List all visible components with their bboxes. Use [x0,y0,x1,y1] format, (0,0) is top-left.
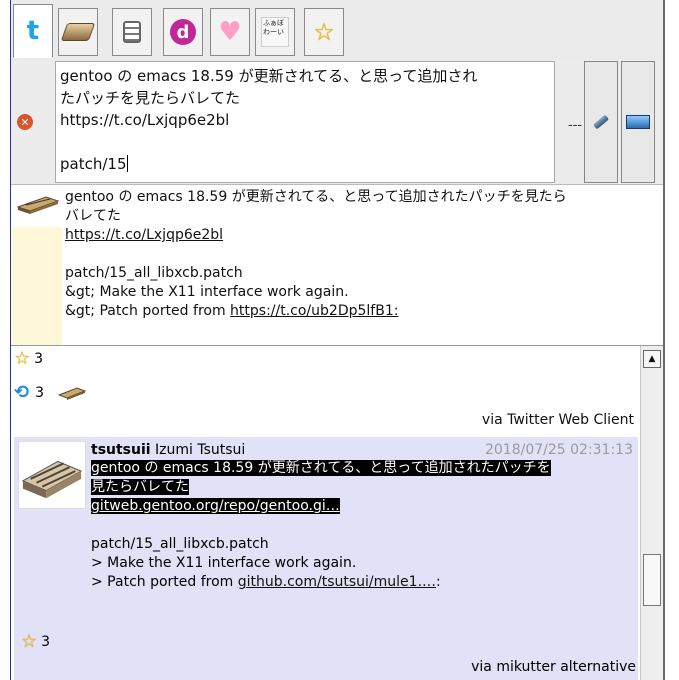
preview-line: gentoo の emacs 18.59 が更新されてる、と思って追加されたパッ… [65,189,567,205]
timeline-scrollbar[interactable]: ▲ [640,346,663,680]
post-button[interactable] [584,61,618,183]
pen-icon [592,114,610,130]
preview-link[interactable]: https://t.co/ub2Dp5lfB1: [230,303,398,319]
favorite-star-icon: ☆ [21,631,38,652]
tab-d-app[interactable]: d [163,8,203,56]
tweet1-favorites[interactable]: ☆ 3 [14,350,43,368]
screen-name[interactable]: tsutsuii [91,442,151,458]
heart-icon: ♥ [218,17,242,47]
tweet1-via: via Twitter Web Client [481,412,634,428]
image-icon [626,115,650,129]
scroll-thumb[interactable] [643,554,661,606]
tweet1-retweets[interactable]: ⟲ 3 [14,382,87,403]
star-icon: ☆ [313,18,335,46]
scroll-up-arrow-icon[interactable]: ▲ [643,350,661,368]
preview-link[interactable]: https://t.co/Lxjqp6e2bl [65,227,223,243]
twitter-icon: t [26,16,40,46]
list-icon [118,18,146,46]
compose-line: patch/15 [60,155,127,173]
server-icon [60,18,96,46]
preview-stripe [11,227,62,345]
retweet-icon: ⟲ [14,382,30,403]
retweet-count: 3 [35,385,45,401]
tweet2-via: via mikutter alternative [471,659,636,675]
window-left-margin [0,0,10,680]
tweet-body: gentoo の emacs 18.59 が更新されてる、と思って追加されたパッ… [91,459,633,592]
display-name: Izumi Tsutsui [155,442,246,458]
window-right-margin [665,0,679,680]
character-counter: --- [568,118,583,133]
d-icon: d [169,18,197,46]
preview-line: &gt; Patch ported from [65,303,231,319]
user-avatar[interactable] [18,441,86,509]
compose-area: ✕ gentoo の emacs 18.59 が更新されてる、と思って追加され … [11,60,663,184]
cancel-post-icon[interactable]: ✕ [17,114,33,130]
favorite-count: 3 [34,351,44,367]
tab-favorites-heart[interactable]: ♥ [210,8,250,56]
compose-line: たパッチを見たらバレてた [60,89,241,107]
tab-favorites-star[interactable]: ☆ [304,8,344,56]
compose-text-input[interactable]: gentoo の emacs 18.59 が更新されてる、と思って追加され たパ… [55,61,555,183]
preview-text: gentoo の emacs 18.59 が更新されてる、と思って追加されたパッ… [65,188,659,321]
tab-list[interactable] [112,8,152,56]
tweet-line: : [436,574,441,590]
handwriting-icon: ふぁぼ わーい [261,17,289,47]
preview-line: &gt; Make the X11 interface work again. [65,284,349,300]
tweet-link[interactable]: github.com/tsutsui/mule1.… [238,574,436,590]
preview-line: patch/15_all_libxcb.patch [65,265,243,281]
tab-bar: t d ♥ ふぁぼ わーい ☆ [11,0,663,60]
server-avatar-icon [16,196,60,214]
tab-home-timeline[interactable]: t [13,4,53,58]
tweet-line: patch/15_all_libxcb.patch [91,536,269,552]
tab-server[interactable] [58,8,98,56]
retweeter-avatar[interactable] [58,386,87,400]
handwriting-label: ふぁぼ わーい [261,17,289,47]
timeline: ☆ 3 ⟲ 3 via Twitter Web Client tsutsuii … [11,346,640,680]
tweet-line: > Patch ported from [91,574,238,590]
tab-handwriting[interactable]: ふぁぼ わーい [255,8,295,56]
server-rack-icon [19,442,85,508]
tweet-header: tsutsuii Izumi Tsutsui 2018/07/25 02:31:… [91,441,633,459]
selected-text: gentoo の emacs 18.59 が更新されてる、と思って追加されたパッ… [91,460,551,476]
compose-line: https://t.co/Lxjqp6e2bl [60,111,230,129]
tweet-tsutsuii[interactable]: tsutsuii Izumi Tsutsui 2018/07/25 02:31:… [14,437,638,680]
attach-image-button[interactable] [621,61,655,183]
favorite-star-icon: ☆ [14,348,31,369]
tweet-timestamp[interactable]: 2018/07/25 02:31:13 [485,441,633,459]
reply-target-preview: gentoo の emacs 18.59 が更新されてる、と思って追加されたパッ… [11,184,663,346]
text-cursor [126,155,128,172]
tweet-link[interactable]: gitweb.gentoo.org/repo/gentoo.gi… [91,498,340,514]
favorite-count: 3 [41,634,51,650]
selected-text: 見たらバレてた [91,479,189,495]
compose-line: gentoo の emacs 18.59 が更新されてる、と思って追加され [60,67,478,85]
preview-line: バレてた [65,208,121,224]
tweet-line: > Make the X11 interface work again. [91,555,357,571]
tweet2-favorites[interactable]: ☆ 3 [21,633,50,651]
